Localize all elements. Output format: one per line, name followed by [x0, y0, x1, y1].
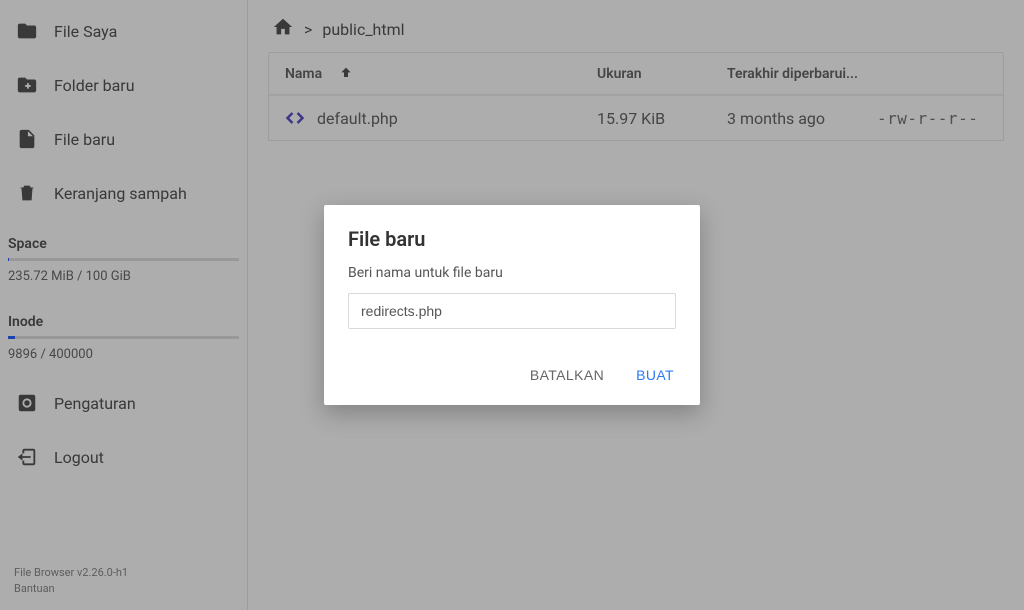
- create-button[interactable]: BUAT: [634, 361, 676, 389]
- dialog-prompt: Beri nama untuk file baru: [348, 265, 676, 281]
- filename-input[interactable]: [348, 293, 676, 329]
- modal-overlay[interactable]: File baru Beri nama untuk file baru BATA…: [0, 0, 1024, 610]
- dialog-title: File baru: [348, 227, 676, 251]
- cancel-button[interactable]: BATALKAN: [528, 361, 606, 389]
- new-file-dialog: File baru Beri nama untuk file baru BATA…: [324, 205, 700, 405]
